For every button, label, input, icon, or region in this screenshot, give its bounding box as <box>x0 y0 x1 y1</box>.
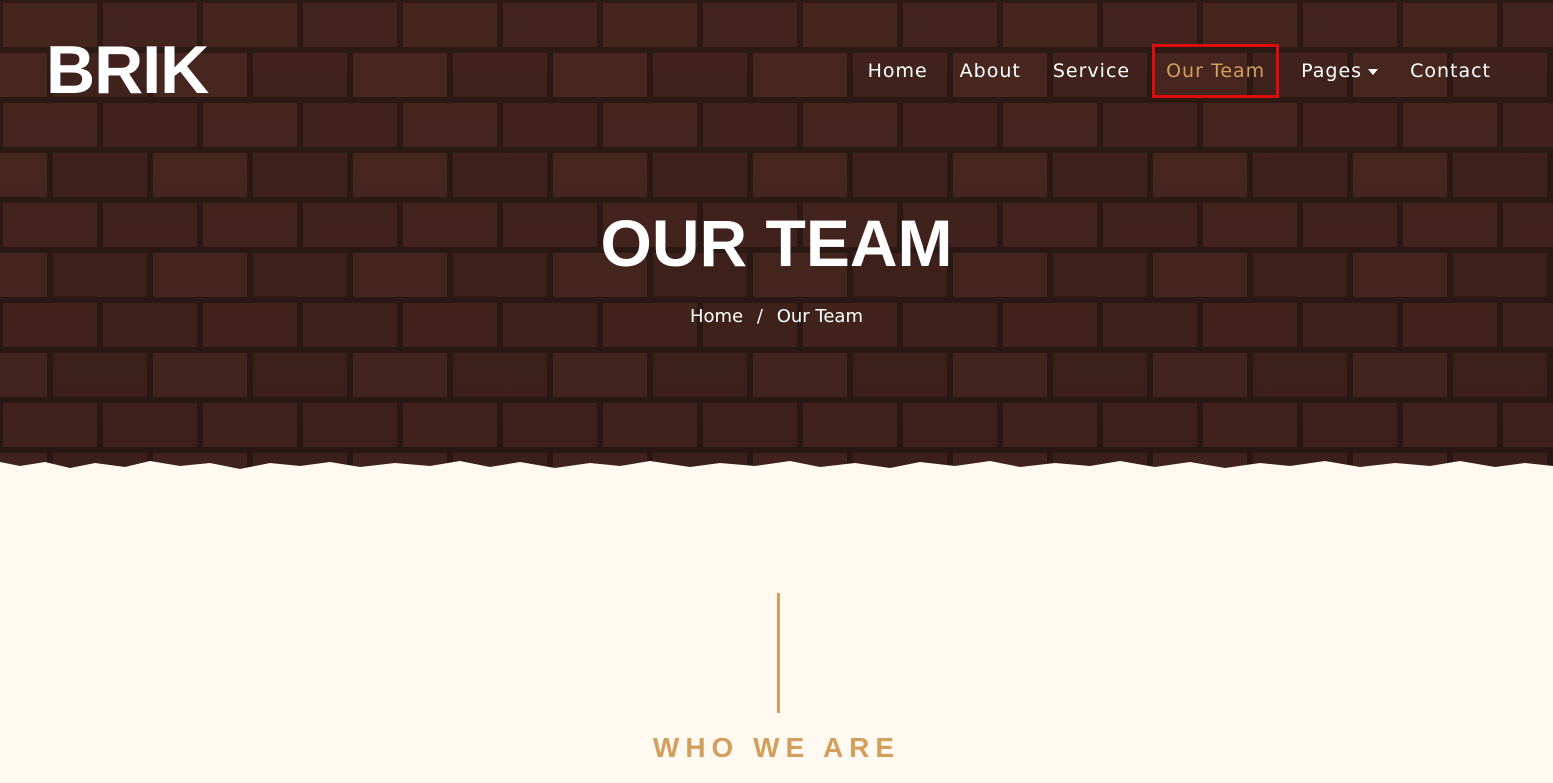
breadcrumb: Home / Our Team <box>0 302 1553 332</box>
breadcrumb-current: Our Team <box>776 306 863 327</box>
nav-item-about[interactable]: About <box>944 44 1037 98</box>
section-subtitle: WHO WE ARE <box>652 732 901 763</box>
hero-banner: BRIK Home About Service Our Team Pages C… <box>0 0 1553 480</box>
nav-item-home[interactable]: Home <box>852 44 944 98</box>
breadcrumb-home-link[interactable]: Home <box>690 302 743 332</box>
nav-item-label: Home <box>867 60 928 82</box>
section-divider-line <box>777 593 780 713</box>
caret-down-icon <box>1368 69 1379 75</box>
nav-item-service[interactable]: Service <box>1037 44 1146 98</box>
nav-item-label: Pages <box>1301 60 1363 82</box>
nav-item-label: Service <box>1052 60 1131 82</box>
breadcrumb-separator: / <box>756 306 763 327</box>
main-nav: Home About Service Our Team Pages Contac… <box>852 44 1507 98</box>
nav-item-label: Our Team <box>1166 60 1266 82</box>
nav-item-label: Contact <box>1410 60 1491 82</box>
nav-item-pages[interactable]: Pages <box>1285 44 1394 98</box>
nav-item-contact[interactable]: Contact <box>1394 44 1507 98</box>
nav-item-our-team[interactable]: Our Team <box>1152 44 1280 98</box>
nav-item-label: About <box>959 60 1021 82</box>
brand-logo[interactable]: BRIK <box>46 32 209 108</box>
page-title: OUR TEAM <box>600 206 953 280</box>
